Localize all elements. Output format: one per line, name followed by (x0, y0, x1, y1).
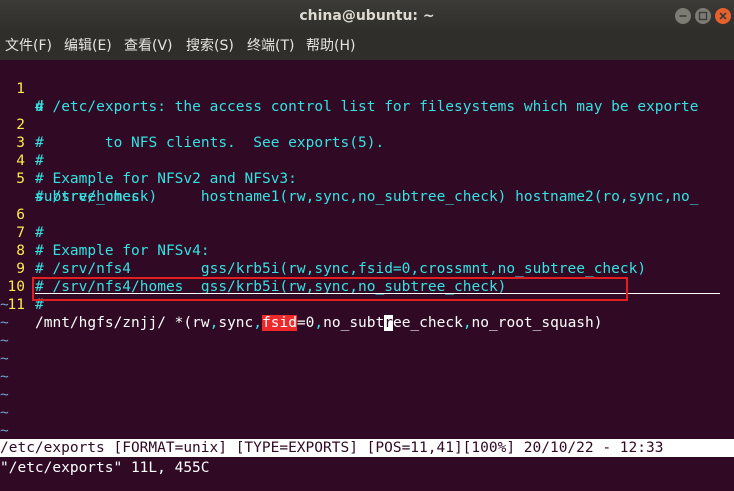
status-line: /etc/exports [FORMAT=unix] [TYPE=EXPORTS… (0, 439, 734, 457)
empty-line: ~ (0, 314, 734, 332)
editor-line: d (0, 80, 734, 115)
empty-line: ~ (0, 368, 734, 386)
maximize-icon (698, 11, 708, 21)
terminal-area[interactable]: 1 # /etc/exports: the access control lis… (0, 60, 734, 491)
menu-edit[interactable]: 编辑(E) (64, 32, 112, 60)
terminal-window: china@ubuntu: ~ 文件(F) 编辑(E) 查看(V) 搜索(S) … (0, 0, 734, 491)
editor-line: 9 # /srv/nfs4/homes gss/krb5i(rw,sync,no… (0, 242, 734, 295)
editor-line: 5 # /srv/homes hostname1(rw,sync,no_subt… (0, 152, 734, 205)
empty-line: ~ (0, 422, 734, 440)
maximize-button[interactable] (695, 8, 711, 24)
editor-line: 3 # (0, 116, 734, 169)
editor-line: 4 # Example for NFSv2 and NFSv3: (0, 134, 734, 187)
editor-line: 7 # Example for NFSv4: (0, 206, 734, 259)
empty-line: ~ (0, 404, 734, 422)
tilde-marker: ~ (0, 423, 9, 439)
empty-line: ~ (0, 332, 734, 350)
editor-line: 10 # (0, 260, 734, 313)
empty-line: ~ (0, 350, 734, 368)
window-title: china@ubuntu: ~ (299, 8, 435, 24)
title-bar[interactable]: china@ubuntu: ~ (0, 0, 734, 32)
close-button[interactable] (715, 8, 731, 24)
empty-line: ~ (0, 386, 734, 404)
editor-line: 1 # /etc/exports: the access control lis… (0, 62, 734, 115)
tilde-marker: ~ (0, 351, 9, 367)
tilde-marker: ~ (0, 405, 9, 421)
tilde-marker: ~ (0, 333, 9, 349)
tilde-marker: ~ (0, 387, 9, 403)
editor-line: 6 # (0, 188, 734, 241)
minimize-icon (679, 15, 687, 17)
editor-line: 2 # to NFS clients. See exports(5). (0, 98, 734, 151)
menu-view[interactable]: 查看(V) (124, 32, 173, 60)
empty-line: ~ (0, 296, 734, 314)
close-icon (719, 12, 727, 20)
menu-terminal[interactable]: 终端(T) (247, 32, 294, 60)
tilde-marker: ~ (0, 369, 9, 385)
tilde-marker: ~ (0, 297, 9, 313)
menu-file[interactable]: 文件(F) (5, 32, 52, 60)
minimize-button[interactable] (675, 8, 691, 24)
editor-line: 8 # /srv/nfs4 gss/krb5i(rw,sync,fsid=0,c… (0, 224, 734, 277)
menu-search[interactable]: 搜索(S) (186, 32, 234, 60)
menu-help[interactable]: 帮助(H) (306, 32, 355, 60)
tilde-marker: ~ (0, 315, 9, 331)
message-line: "/etc/exports" 11L, 455C (0, 460, 210, 476)
menu-bar: 文件(F) 编辑(E) 查看(V) 搜索(S) 终端(T) 帮助(H) (0, 32, 734, 60)
editor-line: subtree_check) (0, 170, 734, 205)
